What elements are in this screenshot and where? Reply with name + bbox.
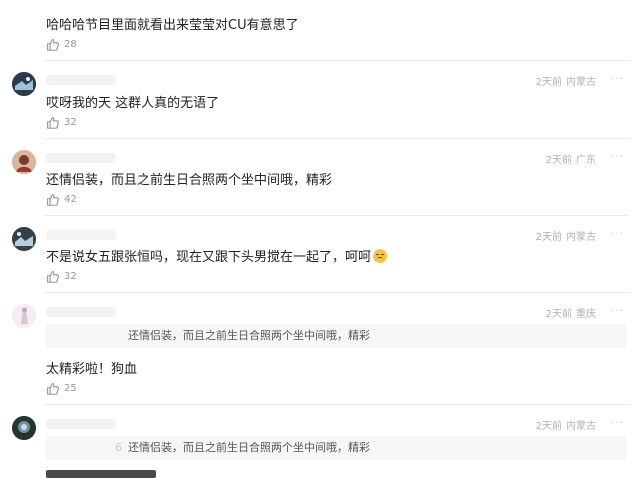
divider (44, 404, 630, 405)
thumbs-up-icon (47, 271, 59, 283)
like-count: 42 (64, 194, 77, 205)
more-dots-icon[interactable]: ··· (611, 227, 625, 240)
more-dots-icon[interactable]: ··· (611, 304, 625, 317)
username[interactable] (46, 419, 116, 429)
comment-text: 还情侣装，而且之前生日合照两个坐中间哦，精彩 (46, 173, 333, 188)
like-count: 32 (64, 271, 77, 282)
quoted-comment[interactable]: 6 还情侣装，而且之前生日合照两个坐中间哦，精彩 (46, 436, 626, 460)
like-button[interactable]: 42 (46, 193, 77, 206)
comment-text-content: 不是说女五跟张恒吗，现在又跟下头男搅在一起了，呵呵 (46, 250, 372, 265)
comment-location: 广东 (576, 155, 596, 166)
comment-time: 2天前 (535, 77, 562, 88)
like-count: 28 (64, 39, 77, 50)
avatar[interactable] (12, 150, 36, 174)
comment-meta: 2天前 内蒙古 (532, 73, 596, 88)
comment-text: 哎呀我的天 这群人真的无语了 (46, 96, 220, 111)
quoted-username (46, 324, 128, 348)
comment-location: 内蒙古 (566, 77, 596, 88)
comment-meta: 2天前 内蒙古 (532, 228, 596, 243)
more-dots-icon[interactable]: ··· (611, 72, 625, 85)
like-button[interactable]: 32 (46, 116, 77, 129)
quoted-text: 还情侣装，而且之前生日合照两个坐中间哦，精彩 (128, 329, 370, 342)
username[interactable] (46, 75, 116, 85)
username[interactable] (46, 153, 116, 163)
username[interactable] (46, 230, 116, 240)
comment-meta: 2天前 内蒙古 (532, 417, 596, 432)
comment-location: 重庆 (576, 309, 596, 320)
comment-text: 太精彩啦！狗血 (46, 362, 138, 377)
comment-location: 内蒙古 (566, 421, 596, 432)
thumbs-up-icon (47, 39, 59, 51)
more-dots-icon[interactable]: ··· (611, 150, 625, 163)
avatar[interactable] (12, 227, 36, 251)
quoted-comment[interactable]: 还情侣装，而且之前生日合照两个坐中间哦，精彩 (46, 324, 626, 348)
like-count: 32 (64, 117, 77, 128)
username[interactable] (46, 307, 116, 317)
like-button[interactable]: 32 (46, 270, 77, 283)
comment-meta: 2天前 广东 (542, 151, 596, 166)
like-button[interactable]: 25 (46, 382, 77, 395)
comment-meta: 2天前 重庆 (542, 305, 596, 320)
divider (44, 138, 630, 139)
thumbs-up-icon (47, 194, 59, 206)
divider (44, 215, 630, 216)
sad-face-emoji-icon (373, 249, 388, 263)
like-button[interactable]: 28 (46, 38, 77, 51)
comment-text: 哈哈哈节目里面就看出来莹莹对CU有意思了 (46, 18, 299, 33)
thumbs-up-icon (47, 383, 59, 395)
divider (44, 60, 630, 61)
comment-time: 2天前 (535, 232, 562, 243)
avatar[interactable] (12, 304, 36, 328)
quoted-username: 6 (115, 441, 122, 454)
divider (44, 292, 630, 293)
comment-text: 不是说女五跟张恒吗，现在又跟下头男搅在一起了，呵呵 (46, 246, 388, 265)
avatar[interactable] (12, 72, 36, 96)
truncated-comment-text (46, 470, 156, 478)
comment-location: 内蒙古 (566, 232, 596, 243)
avatar[interactable] (12, 416, 36, 440)
comment-time: 2天前 (535, 421, 562, 432)
comment-time: 2天前 (545, 309, 572, 320)
quoted-text: 还情侣装，而且之前生日合照两个坐中间哦，精彩 (128, 441, 370, 454)
comment-time: 2天前 (545, 155, 572, 166)
thumbs-up-icon (47, 117, 59, 129)
like-count: 25 (64, 383, 77, 394)
more-dots-icon[interactable]: ··· (611, 416, 625, 429)
